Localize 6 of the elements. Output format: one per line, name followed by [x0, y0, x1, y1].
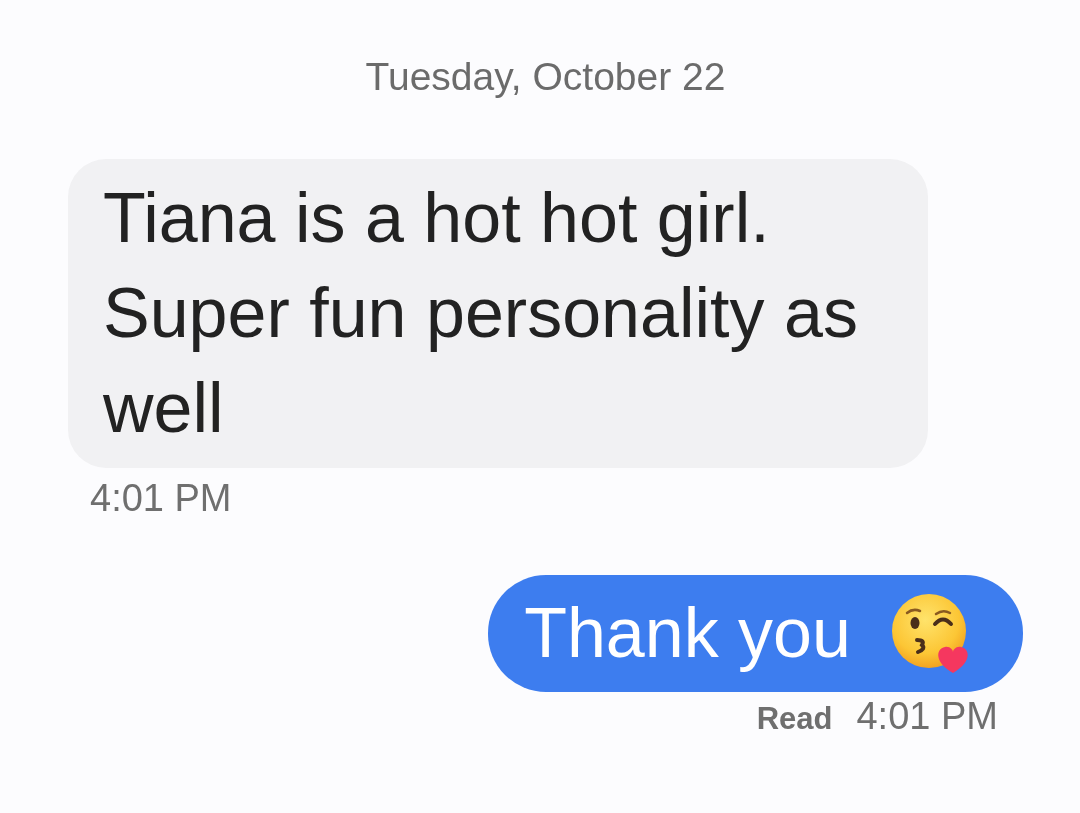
- message-time: 4:01 PM: [90, 476, 232, 520]
- message-text: Tiana is a hot hot girl. Super fun personality as well: [103, 179, 858, 447]
- read-status: Read: [756, 700, 833, 738]
- message-time: 4:01 PM: [856, 694, 998, 738]
- message-text: Thank you: [524, 593, 851, 674]
- date-divider: Tuesday, October 22: [365, 55, 726, 98]
